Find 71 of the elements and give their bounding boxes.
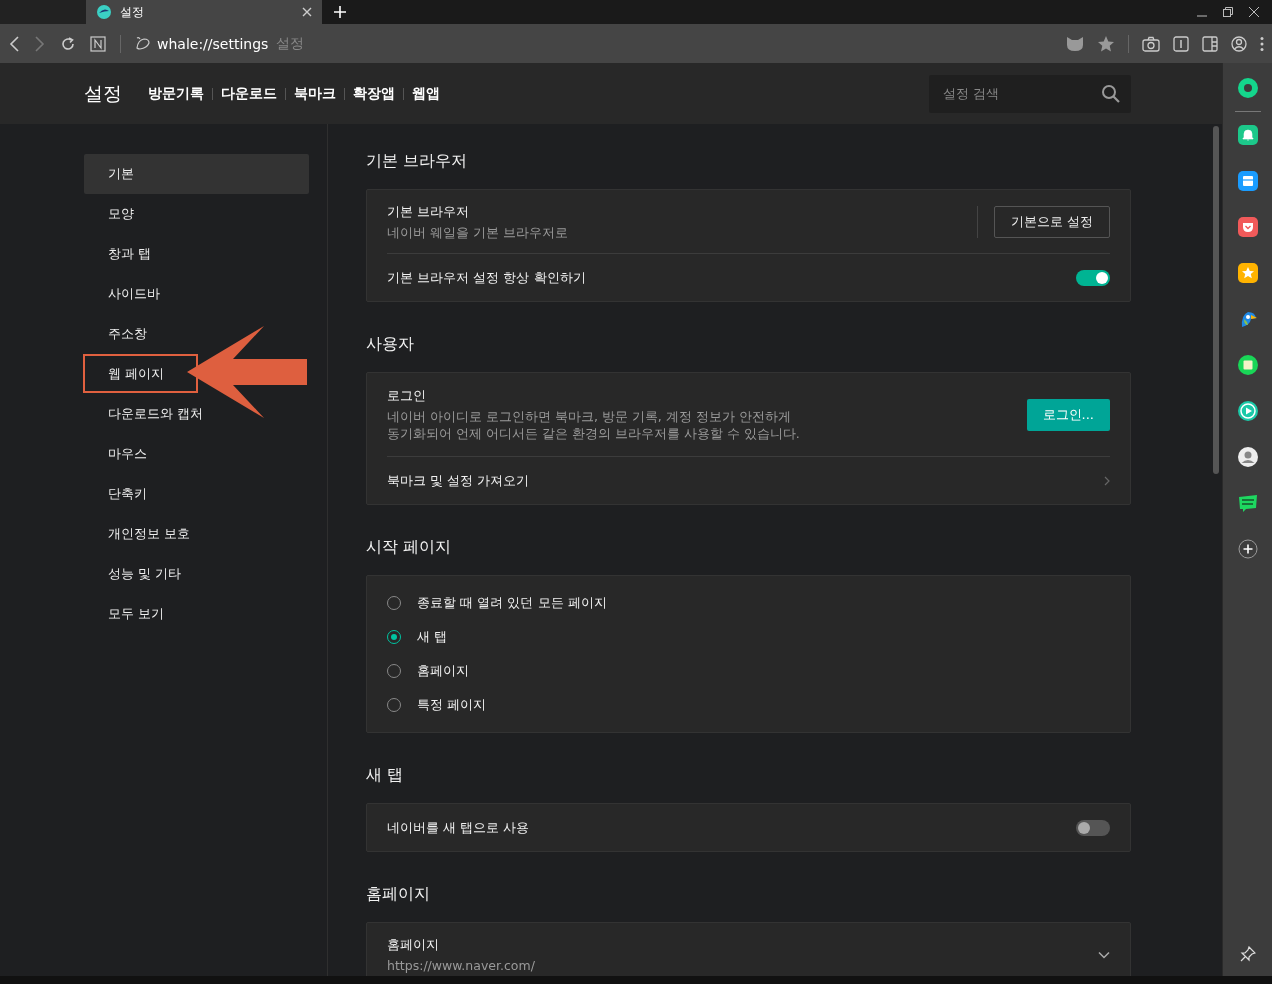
radio-label[interactable]: 종료할 때 열려 있던 모든 페이지	[417, 594, 607, 612]
plus-icon[interactable]	[1237, 539, 1258, 559]
radio-label[interactable]: 특정 페이지	[417, 696, 487, 714]
setting-label: 네이버를 새 탭으로 사용	[387, 818, 531, 837]
header-link[interactable]: 확장앱	[345, 84, 403, 103]
profile-icon[interactable]	[1231, 35, 1247, 52]
section-title: 기본 브라우저	[366, 150, 469, 172]
chevron-down-icon[interactable]	[1098, 950, 1110, 959]
header-link[interactable]: 다운로드	[213, 84, 285, 103]
page-title: 설정	[276, 34, 305, 53]
circle-icon[interactable]	[1237, 78, 1258, 98]
close-icon[interactable]	[302, 7, 312, 17]
set-default-button[interactable]: 기본으로 설정	[993, 205, 1110, 238]
nav-item[interactable]: 웹 페이지	[84, 354, 185, 394]
setting-label: 북마크 및 설정 가져오기	[387, 471, 531, 490]
settings-title: 설정	[84, 80, 122, 106]
pin-icon[interactable]	[1239, 946, 1256, 962]
n-square-icon[interactable]	[90, 35, 106, 52]
setting-label: 홈페이지	[387, 935, 440, 954]
address-url[interactable]: whale://settings	[157, 35, 269, 52]
bell-icon[interactable]	[1237, 125, 1258, 145]
setting-description: 네이버 아이디로 로그인하면 북마크, 방문 기록, 계정 정보가 안전하게 동기화되어 언제 어디서든 같은 환경의 브라우저를 사용할 수 있습니다.	[387, 408, 801, 442]
new-tab-icon[interactable]	[334, 6, 346, 18]
nav-item[interactable]: 개인정보 보호	[84, 514, 211, 554]
scrollbar-thumb[interactable]	[1213, 126, 1219, 474]
setting-label: 기본 브라우저	[387, 202, 471, 221]
restore-icon[interactable]	[1222, 6, 1234, 18]
header-link[interactable]: 방문기록	[148, 84, 212, 103]
nav-item[interactable]: 모양	[84, 194, 154, 234]
radio-label[interactable]: 홈페이지	[417, 662, 469, 680]
browser-tab[interactable]: 설정	[86, 0, 322, 24]
nav-item[interactable]: 모두 보기	[84, 594, 185, 634]
nav-item[interactable]: 사이드바	[84, 274, 180, 314]
search-field[interactable]: 설정 검색	[929, 74, 1131, 113]
pocket-icon[interactable]	[1237, 217, 1258, 237]
play-icon[interactable]	[1237, 401, 1258, 421]
nav-item[interactable]: 마우스	[84, 434, 167, 474]
toggle-switch[interactable]	[1076, 269, 1110, 286]
search-icon[interactable]	[1101, 83, 1121, 104]
section-title: 새 탭	[366, 764, 405, 786]
reload-icon[interactable]	[60, 35, 76, 52]
section-title: 시작 페이지	[366, 536, 453, 558]
more-icon[interactable]	[1260, 35, 1264, 52]
header-link[interactable]: 북마크	[286, 84, 344, 103]
nav-item[interactable]: 기본	[84, 154, 309, 194]
reader-icon[interactable]	[1173, 35, 1189, 52]
close-icon[interactable]	[1248, 6, 1260, 18]
archive-icon[interactable]	[1237, 171, 1258, 191]
avatar-icon[interactable]	[1237, 447, 1258, 467]
speech-bubble-icon[interactable]	[1237, 493, 1258, 513]
setting-label: 기본 브라우저 설정 항상 확인하기	[387, 268, 587, 287]
section-title: 사용자	[366, 333, 415, 355]
nav-item[interactable]: 주소창	[84, 314, 167, 354]
nav-item[interactable]: 성능 및 기타	[84, 554, 202, 594]
setting-description: 네이버 웨일을 기본 브라우저로	[387, 223, 569, 241]
nav-item[interactable]: 창과 탭	[84, 234, 172, 274]
section-title: 홈페이지	[366, 883, 431, 905]
radio-label[interactable]: 새 탭	[417, 628, 448, 646]
back-icon[interactable]	[8, 35, 20, 52]
nav-item[interactable]: 단축키	[84, 474, 167, 514]
toggle-switch[interactable]	[1076, 819, 1110, 836]
header-link[interactable]: 웹앱	[404, 84, 448, 103]
sidebar-icon[interactable]	[1202, 35, 1218, 52]
star-icon[interactable]	[1097, 34, 1115, 53]
nav-item[interactable]: 다운로드와 캡처	[84, 394, 224, 434]
setting-label: 로그인	[387, 387, 427, 405]
chevron-right-icon[interactable]	[1104, 475, 1110, 486]
camera-icon[interactable]	[1142, 35, 1160, 52]
tab-title: 설정	[120, 3, 145, 21]
whale-icon	[96, 4, 112, 20]
setting-description: https://www.naver.com/	[387, 956, 536, 974]
